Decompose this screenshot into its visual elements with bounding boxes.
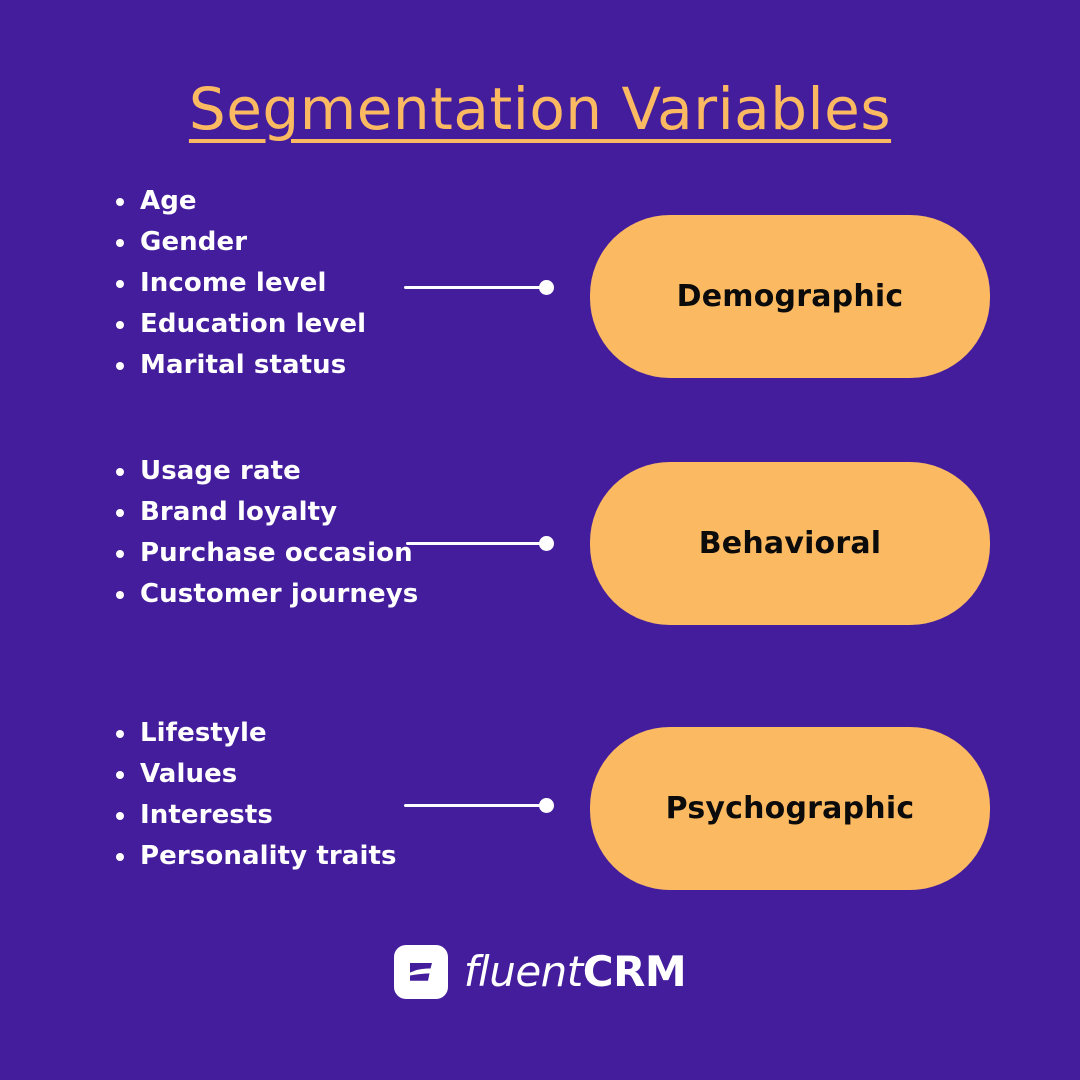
fluentcrm-flag-icon bbox=[393, 945, 448, 999]
segment-row-psychographic: Lifestyle Values Interests Personality t… bbox=[0, 717, 1080, 917]
category-pill-demographic[interactable]: Demographic bbox=[590, 215, 990, 378]
category-pill-label: Demographic bbox=[676, 279, 904, 314]
list-item: Personality traits bbox=[108, 840, 538, 873]
category-pill-label: Behavioral bbox=[698, 526, 882, 561]
connector-line-behavioral bbox=[406, 535, 554, 551]
connector-stroke bbox=[404, 285, 541, 289]
segment-row-demographic: Age Gender Income level Education level … bbox=[0, 185, 1080, 385]
list-item: Age bbox=[108, 185, 538, 218]
list-item: Gender bbox=[108, 226, 538, 259]
connector-line-demographic bbox=[404, 279, 554, 295]
brand-logo: fluent CRM bbox=[0, 945, 1080, 999]
list-item: Usage rate bbox=[108, 455, 538, 488]
category-pill-behavioral[interactable]: Behavioral bbox=[590, 462, 990, 625]
brand-name-light: fluent bbox=[463, 947, 584, 996]
list-item: Values bbox=[108, 758, 538, 791]
connector-stroke bbox=[404, 803, 541, 807]
connector-dot-icon bbox=[539, 535, 554, 551]
infographic-poster: Segmentation Variables Age Gender Income… bbox=[0, 0, 1080, 1080]
list-item: Lifestyle bbox=[108, 717, 538, 750]
list-item: Customer journeys bbox=[108, 578, 538, 611]
connector-line-psychographic bbox=[404, 797, 554, 813]
list-item: Education level bbox=[108, 308, 538, 341]
connector-dot-icon bbox=[539, 279, 554, 295]
brand-logo-text: fluent CRM bbox=[463, 947, 687, 996]
brand-name-bold: CRM bbox=[582, 947, 687, 996]
connector-dot-icon bbox=[539, 797, 554, 813]
category-pill-label: Psychographic bbox=[665, 791, 915, 826]
connector-stroke bbox=[406, 541, 541, 545]
category-pill-psychographic[interactable]: Psychographic bbox=[590, 727, 990, 890]
list-item: Marital status bbox=[108, 349, 538, 382]
page-title: Segmentation Variables bbox=[188, 75, 892, 143]
list-item: Brand loyalty bbox=[108, 496, 538, 529]
page-title-container: Segmentation Variables bbox=[0, 75, 1080, 143]
segment-row-behavioral: Usage rate Brand loyalty Purchase occasi… bbox=[0, 455, 1080, 655]
